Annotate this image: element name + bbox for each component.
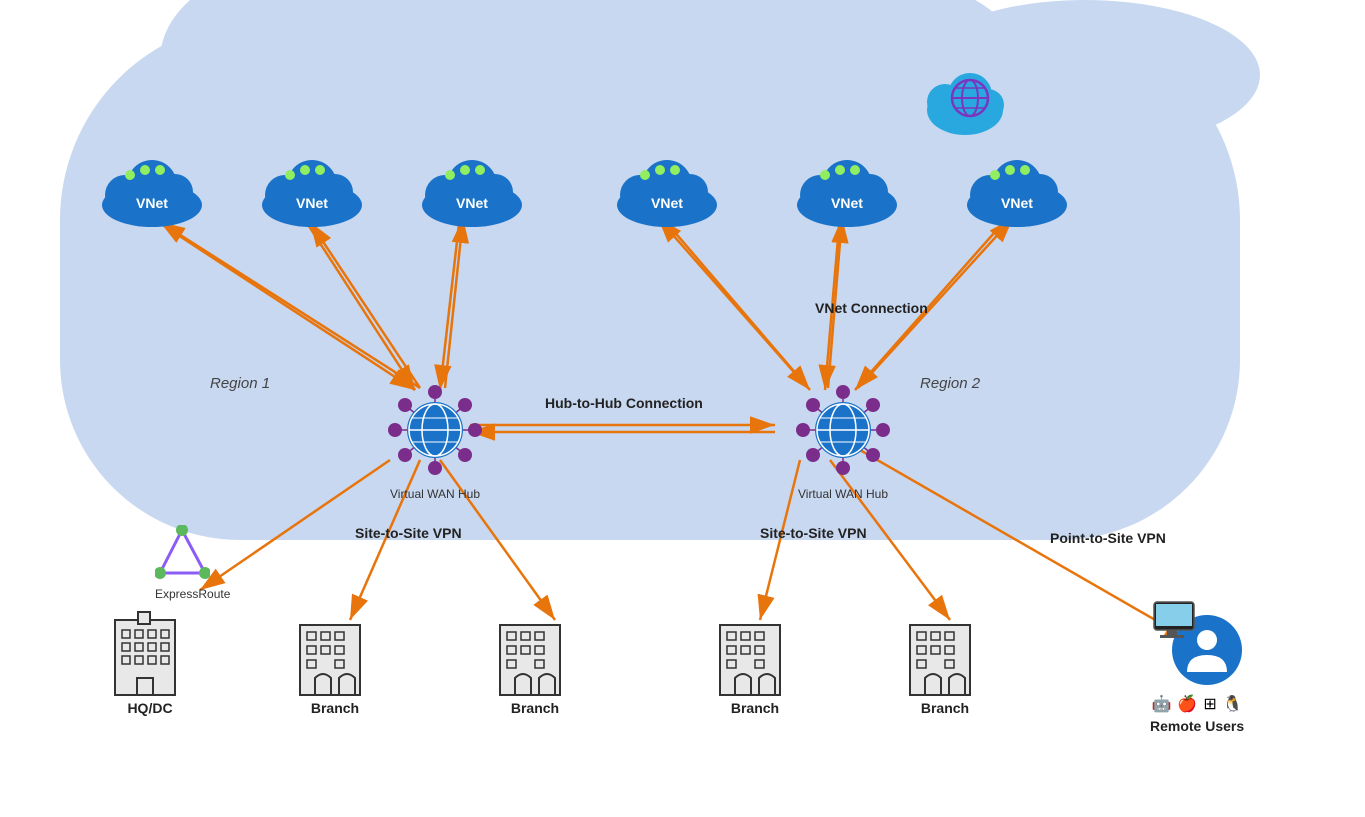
vnet-1: VNet [95, 150, 210, 235]
remote-users-label: Remote Users [1150, 718, 1244, 734]
vnet-connection-label: VNet Connection [815, 300, 928, 316]
branch-4-label: Branch [921, 700, 969, 716]
branch-1-label: Branch [311, 700, 359, 716]
vnet-6: VNet [960, 150, 1075, 235]
vnet-3: VNet [415, 150, 530, 235]
hqdc-building: HQ/DC [110, 610, 190, 716]
branch-2-label: Branch [511, 700, 559, 716]
svg-text:VNet: VNet [651, 195, 683, 211]
os-icons: 🤖 🍎 ⊞ 🐧 [1151, 694, 1242, 714]
branch-3-building: Branch [715, 610, 795, 716]
apple-icon: 🍎 [1177, 694, 1197, 714]
remote-users-icon: 🤖 🍎 ⊞ 🐧 Remote Users [1150, 600, 1244, 734]
branch-4-building: Branch [905, 610, 985, 716]
azure-cloud-background [60, 20, 1240, 540]
wan-hub-2-label: Virtual WAN Hub [793, 487, 893, 501]
svg-text:VNet: VNet [1001, 195, 1033, 211]
expressroute-label: ExpressRoute [155, 587, 230, 601]
svg-text:VNet: VNet [456, 195, 488, 211]
wan-hub-1-label: Virtual WAN Hub [385, 487, 485, 501]
hub-to-hub-label: Hub-to-Hub Connection [545, 395, 703, 411]
region-2-label: Region 2 [920, 375, 980, 392]
diagram-container: VNet VNet VNet [0, 0, 1365, 817]
branch-3-label: Branch [731, 700, 779, 716]
site-to-site-vpn-1-label: Site-to-Site VPN [355, 525, 462, 541]
point-to-site-vpn-label: Point-to-Site VPN [1050, 530, 1166, 546]
wan-hub-1: Virtual WAN Hub [385, 380, 485, 501]
expressroute-icon: ExpressRoute [155, 525, 230, 601]
svg-text:VNet: VNet [136, 195, 168, 211]
vnet-2: VNet [255, 150, 370, 235]
svg-text:VNet: VNet [296, 195, 328, 211]
android-icon: 🤖 [1151, 694, 1171, 714]
branch-1-building: Branch [295, 610, 375, 716]
vnet-4: VNet [610, 150, 725, 235]
linux-icon: 🐧 [1223, 694, 1243, 714]
hqdc-label: HQ/DC [127, 700, 172, 716]
azure-global-icon [920, 50, 1010, 140]
wan-hub-2: Virtual WAN Hub [793, 380, 893, 501]
vnet-5: VNet [790, 150, 905, 235]
branch-2-building: Branch [495, 610, 575, 716]
svg-text:VNet: VNet [831, 195, 863, 211]
site-to-site-vpn-2-label: Site-to-Site VPN [760, 525, 867, 541]
windows-icon: ⊞ [1203, 694, 1216, 714]
region-1-label: Region 1 [210, 375, 270, 392]
